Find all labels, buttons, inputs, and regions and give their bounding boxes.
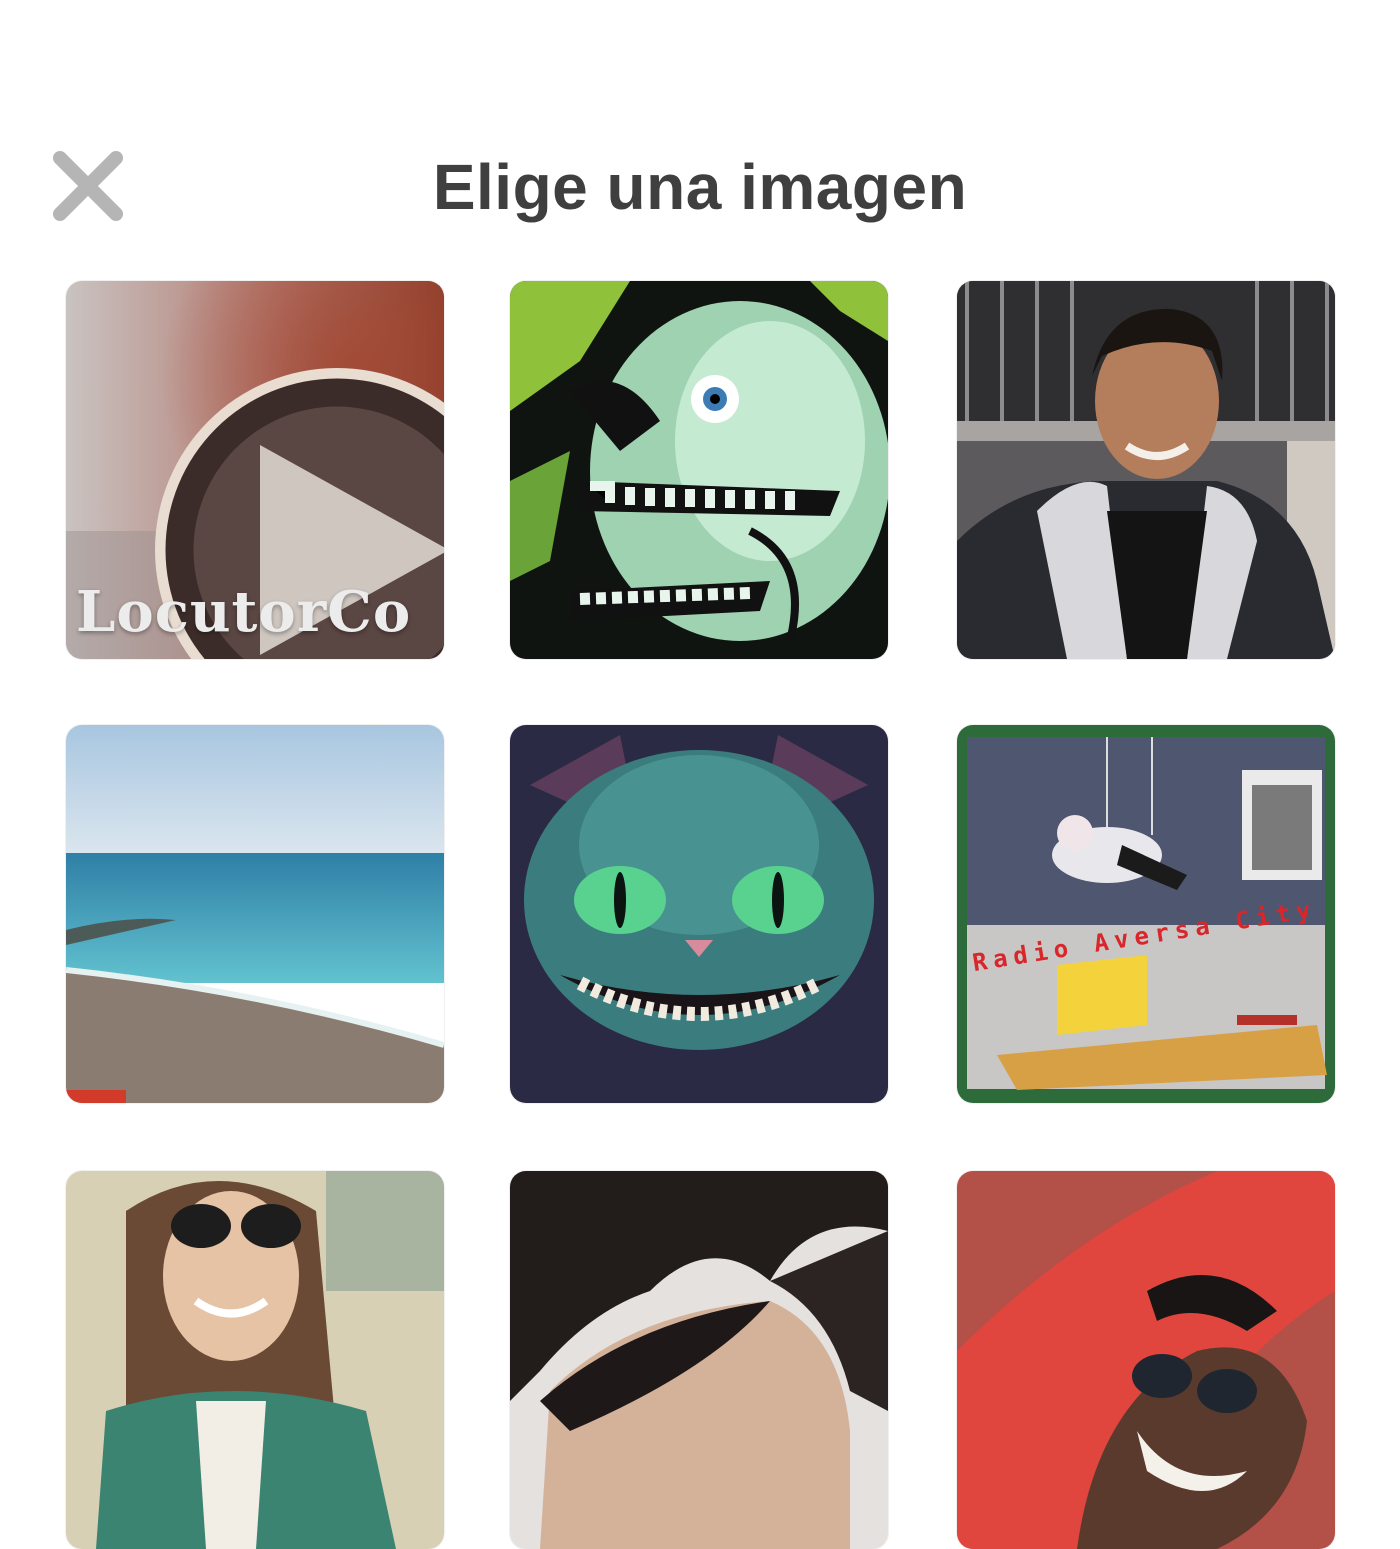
image-option-9[interactable] <box>957 1171 1335 1549</box>
image-option-3[interactable] <box>957 281 1335 659</box>
image-option-8[interactable] <box>510 1171 888 1549</box>
image-option-1[interactable]: LocutorCo <box>66 281 444 659</box>
image-option-7[interactable] <box>66 1171 444 1549</box>
image-option-5[interactable] <box>510 725 888 1103</box>
beach-photo <box>66 725 444 1103</box>
image-option-2[interactable] <box>510 281 888 659</box>
image-grid: LocutorCo Radio Aversa City <box>0 0 1400 1549</box>
skull-illustration <box>510 281 888 659</box>
cheshire-cat-illustration <box>510 725 888 1103</box>
image-option-4[interactable] <box>66 725 444 1103</box>
image-option-6[interactable]: Radio Aversa City <box>957 725 1335 1103</box>
dark-hair-portrait-photo <box>510 1171 888 1549</box>
man-hammock-photo <box>957 1171 1335 1549</box>
man-portrait-photo <box>957 281 1335 659</box>
woman-sunglasses-photo <box>66 1171 444 1549</box>
thumbnail-overlay-text: LocutorCo <box>76 579 412 645</box>
